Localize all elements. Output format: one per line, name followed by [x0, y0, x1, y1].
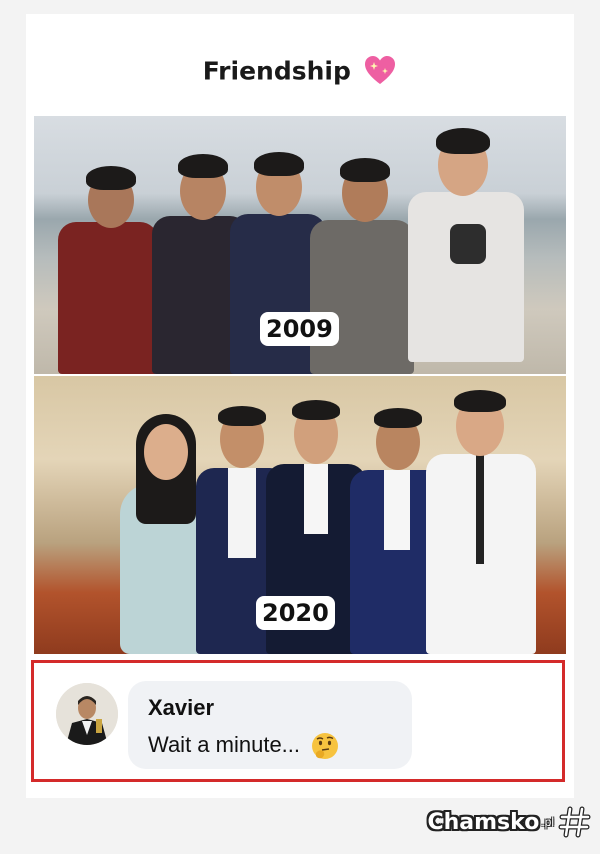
avatar[interactable] — [56, 683, 118, 745]
year-label-2020: 2020 — [256, 596, 335, 630]
watermark-text: Chamsko — [427, 809, 540, 835]
comment-bubble: Xavier Wait a minute... — [128, 681, 412, 769]
friend-5-2020 — [426, 390, 536, 654]
watermark: Chamsko .pl — [427, 802, 592, 842]
post-title: Friendship — [202, 56, 351, 86]
sparkling-heart-icon — [365, 56, 396, 84]
year-label-2009: 2009 — [260, 312, 339, 346]
friend-5 — [404, 128, 534, 374]
friend-1 — [58, 164, 158, 374]
photo-2009: 2009 — [34, 116, 566, 374]
comment-text-line: Wait a minute... — [148, 731, 340, 761]
post-header: Friendship — [26, 54, 574, 88]
hashtag-logo-icon — [558, 806, 591, 838]
avatar-image — [56, 683, 118, 745]
photo-2020: 2020 — [34, 376, 566, 654]
comment-text: Wait a minute... — [148, 731, 301, 757]
meme-card: Friendship 2009 2020 Xavier Wait a minut… — [26, 14, 574, 798]
comment-highlight: Xavier Wait a minute... — [31, 660, 565, 782]
comment-author[interactable]: Xavier — [148, 695, 214, 721]
watermark-suffix: .pl — [541, 815, 554, 829]
thinking-face-icon — [312, 733, 339, 759]
